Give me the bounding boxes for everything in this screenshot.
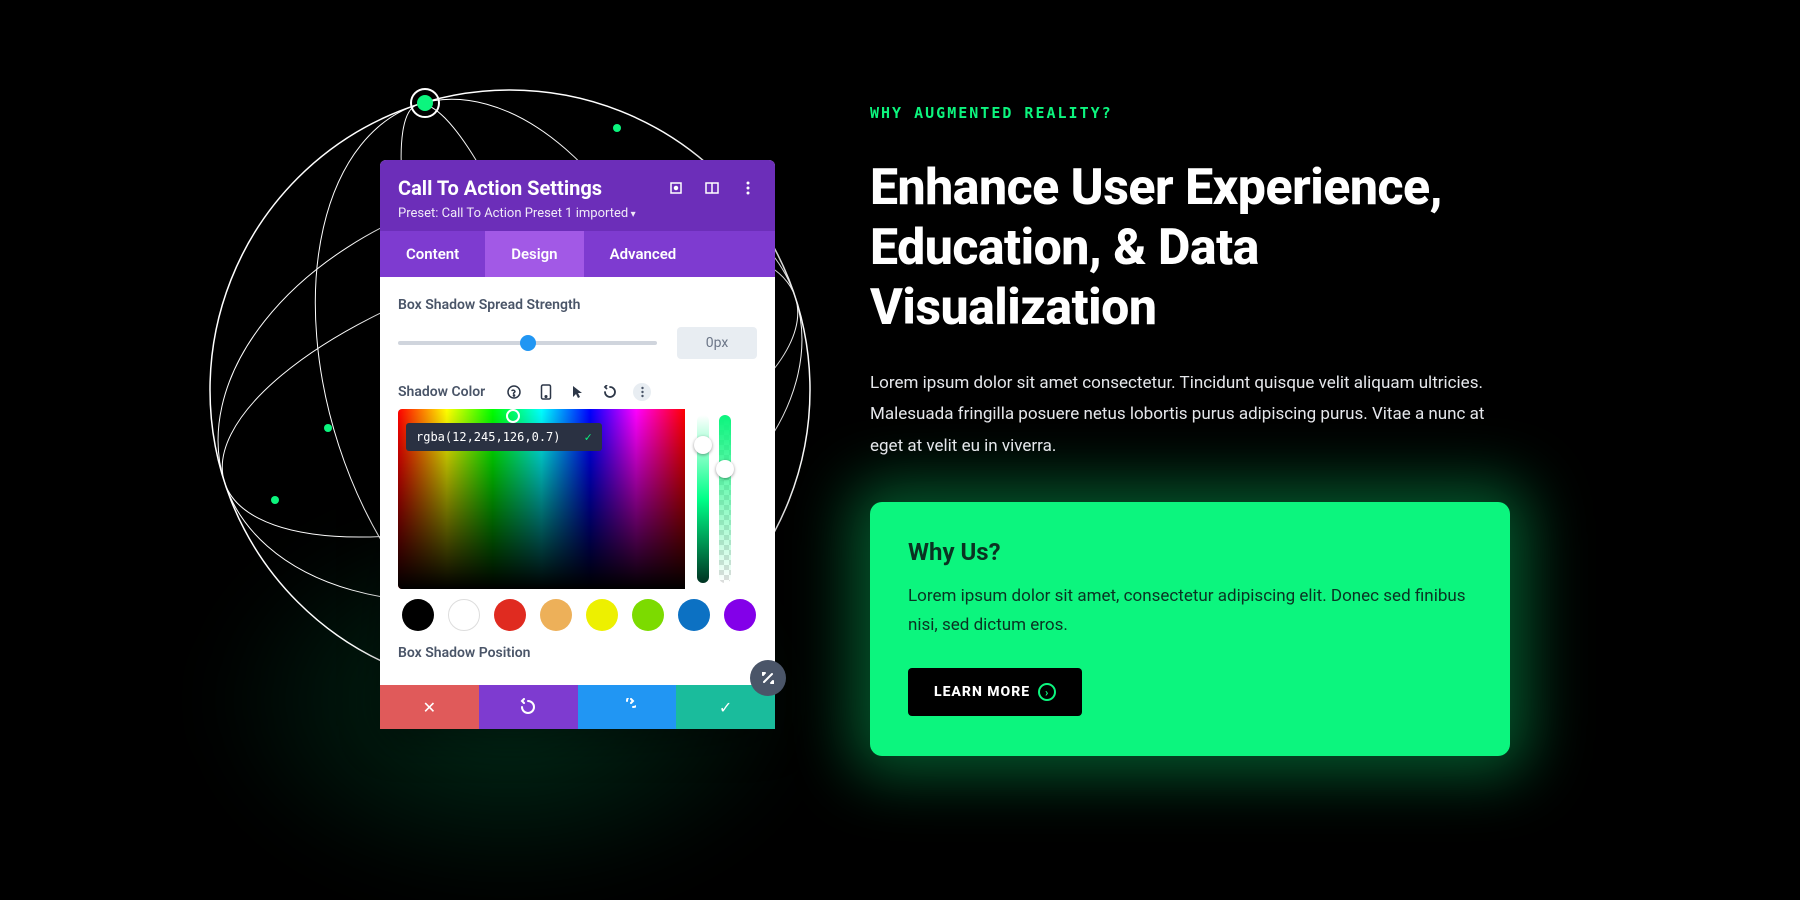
tab-content[interactable]: Content [380,231,485,277]
eyebrow-text: WHY AUGMENTED REALITY? [870,104,1510,122]
swatch-black[interactable] [402,599,434,631]
content-section: WHY AUGMENTED REALITY? Enhance User Expe… [870,104,1510,756]
color-value-input[interactable]: rgba(12,245,126,0.7) ✓ [406,423,602,451]
swatch-purple[interactable] [724,599,756,631]
help-icon[interactable] [505,383,523,401]
shadow-color-label: Shadow Color [398,384,485,400]
check-icon[interactable]: ✓ [585,430,592,444]
alpha-slider[interactable] [719,415,731,583]
arrow-right-icon: › [1038,683,1056,701]
panel-footer: ✕ ✓ [380,685,775,729]
swatch-red[interactable] [494,599,526,631]
resize-handle[interactable] [750,660,786,696]
spread-strength-slider[interactable] [398,341,657,345]
swatch-orange[interactable] [540,599,572,631]
color-saturation-area[interactable]: rgba(12,245,126,0.7) ✓ [398,409,685,589]
tabs: Content Design Advanced [380,231,775,277]
card-text: Lorem ipsum dolor sit amet, consectetur … [908,582,1472,640]
settings-panel: Call To Action Settings Preset: Call To … [380,160,775,729]
cursor-icon[interactable] [569,383,587,401]
tab-advanced[interactable]: Advanced [584,231,703,277]
alpha-thumb[interactable] [716,460,734,478]
preset-selector[interactable]: Preset: Call To Action Preset 1 imported [398,206,757,221]
reset-icon[interactable] [601,383,619,401]
panel-title: Call To Action Settings [398,176,602,200]
button-label: LEARN MORE [934,684,1030,700]
swatch-blue[interactable] [678,599,710,631]
options-icon[interactable] [633,383,651,401]
responsive-icon[interactable] [703,179,721,197]
color-swatches [398,599,757,631]
tab-design[interactable]: Design [485,231,583,277]
expand-icon[interactable] [667,179,685,197]
cta-card: Why Us? Lorem ipsum dolor sit amet, cons… [870,502,1510,756]
color-picker: rgba(12,245,126,0.7) ✓ [398,409,743,589]
hue-slider[interactable] [697,415,709,583]
learn-more-button[interactable]: LEARN MORE › [908,668,1082,716]
undo-button[interactable] [479,685,578,729]
cancel-button[interactable]: ✕ [380,685,479,729]
spread-strength-label: Box Shadow Spread Strength [398,297,757,313]
redo-button[interactable] [578,685,677,729]
slider-thumb[interactable] [520,335,536,351]
spread-strength-value[interactable]: 0px [677,327,757,359]
hue-thumb[interactable] [694,436,712,454]
color-value-text: rgba(12,245,126,0.7) [416,430,561,444]
headline: Enhance User Experience, Education, & Da… [870,158,1510,338]
shadow-position-label: Box Shadow Position [398,645,757,661]
card-title: Why Us? [908,538,1472,566]
device-icon[interactable] [537,383,555,401]
swatch-white[interactable] [448,599,480,631]
panel-header: Call To Action Settings Preset: Call To … [380,160,775,231]
swatch-yellow[interactable] [586,599,618,631]
body-paragraph: Lorem ipsum dolor sit amet consectetur. … [870,368,1510,462]
color-cursor[interactable] [506,409,520,423]
swatch-green[interactable] [632,599,664,631]
more-icon[interactable] [739,179,757,197]
